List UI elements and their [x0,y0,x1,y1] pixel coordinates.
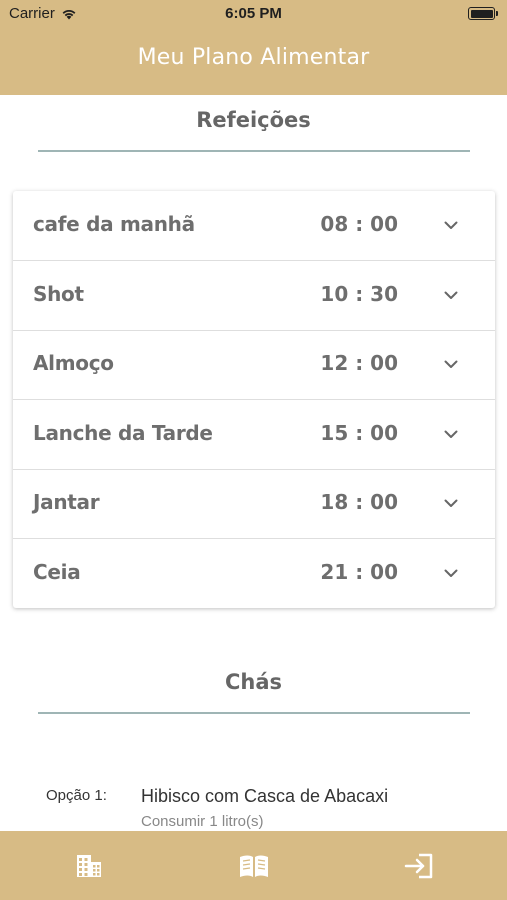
meal-row[interactable]: Shot 10 : 30 [13,261,495,331]
chevron-down-icon[interactable] [443,495,459,511]
chevron-down-icon[interactable] [443,356,459,372]
teas-section-title: Chás [224,670,283,694]
tab-logout[interactable] [403,851,435,881]
tea-note: Consumir 1 litro(s) [141,813,264,830]
building-icon [77,855,101,877]
status-bar: Carrier 6:05 PM [0,0,507,30]
meal-time: 12 : 00 [320,351,398,375]
meals-section-title: Refeições [196,108,311,132]
meal-time: 08 : 00 [320,212,398,236]
meal-name: Jantar [33,490,100,514]
page-title: Meu Plano Alimentar [137,45,370,70]
meal-name: Shot [33,281,84,306]
meal-row[interactable]: Lanche da Tarde 15 : 00 [13,400,495,470]
chevron-down-icon[interactable] [443,565,459,581]
meals-list: cafe da manhã 08 : 00 Shot 10 : 30 Almoç… [13,191,495,608]
meal-name: Lanche da Tarde [33,420,213,445]
battery-tip [496,11,498,16]
tea-option-label: Opção 1: [46,787,107,804]
chevron-down-icon[interactable] [443,426,459,442]
battery-fill [470,9,493,18]
logout-icon [404,853,433,879]
meal-name: cafe da manhã [33,212,195,236]
meals-divider [38,150,470,152]
meal-time: 18 : 00 [320,490,398,514]
meal-time: 15 : 00 [320,420,398,445]
battery-icon [468,7,498,20]
chevron-down-icon[interactable] [443,217,459,233]
tab-building[interactable] [73,851,105,881]
teas-divider [38,712,470,714]
tea-name: Hibisco com Casca de Abacaxi [141,786,389,806]
meal-row[interactable]: Almoço 12 : 00 [13,330,495,400]
meal-name: Almoço [33,351,114,375]
tab-bar [0,831,507,900]
chevron-down-icon[interactable] [443,287,459,303]
tab-book[interactable] [238,851,270,881]
meal-time: 10 : 30 [320,281,398,306]
meal-row[interactable]: Ceia 21 : 00 [13,539,495,609]
meal-name: Ceia [33,559,81,584]
meal-time: 21 : 00 [320,559,398,584]
meal-row[interactable]: cafe da manhã 08 : 00 [13,191,495,261]
status-time: 6:05 PM [225,5,282,22]
meal-row[interactable]: Jantar 18 : 00 [13,469,495,539]
book-icon [240,855,268,877]
